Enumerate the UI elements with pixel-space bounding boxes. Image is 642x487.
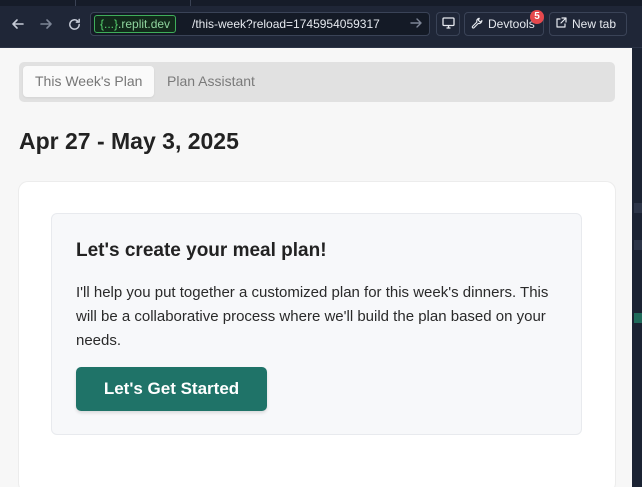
panel-description: I'll help you put together a customized …	[76, 284, 549, 349]
screen-button[interactable]	[436, 12, 460, 36]
back-arrow-icon[interactable]	[8, 14, 28, 34]
notification-badge: 5	[530, 10, 544, 24]
url-path[interactable]: /this-week?reload=1745954059317	[192, 17, 380, 31]
tab-this-weeks-plan[interactable]: This Week's Plan	[23, 66, 155, 97]
plan-tabs: This Week's Plan Plan Assistant	[19, 62, 615, 102]
panel-title: Let's create your meal plan!	[76, 240, 327, 261]
url-host-chip[interactable]: {...}.replit.dev	[94, 15, 177, 33]
get-started-button[interactable]: Let's Get Started	[76, 367, 267, 411]
go-arrow-icon[interactable]	[409, 16, 425, 32]
monitor-icon	[441, 16, 455, 32]
url-host: .replit.dev	[118, 17, 171, 31]
address-bar[interactable]: {...}.replit.dev /this-week?reload=17459…	[90, 12, 430, 36]
tab-strip	[0, 0, 642, 6]
page-viewport: This Week's Plan Plan Assistant Apr 27 -…	[0, 48, 632, 487]
devtools-label: Devtools	[488, 17, 535, 31]
background-window-edge	[632, 48, 642, 487]
meal-plan-card: Let's create your meal plan! I'll help y…	[19, 182, 615, 487]
external-link-icon	[556, 17, 567, 31]
browser-toolbar: {...}.replit.dev /this-week?reload=17459…	[0, 0, 642, 48]
get-started-panel: Let's create your meal plan! I'll help y…	[51, 213, 582, 435]
page-title: Apr 27 - May 3, 2025	[19, 128, 239, 154]
tab-plan-assistant[interactable]: Plan Assistant	[155, 66, 267, 97]
url-host-prefix: {...}	[100, 17, 119, 31]
new-tab-button[interactable]: New tab	[549, 12, 627, 36]
wrench-icon	[471, 17, 483, 32]
new-tab-label: New tab	[572, 17, 617, 31]
reload-icon[interactable]	[64, 14, 84, 34]
forward-arrow-icon[interactable]	[36, 14, 56, 34]
